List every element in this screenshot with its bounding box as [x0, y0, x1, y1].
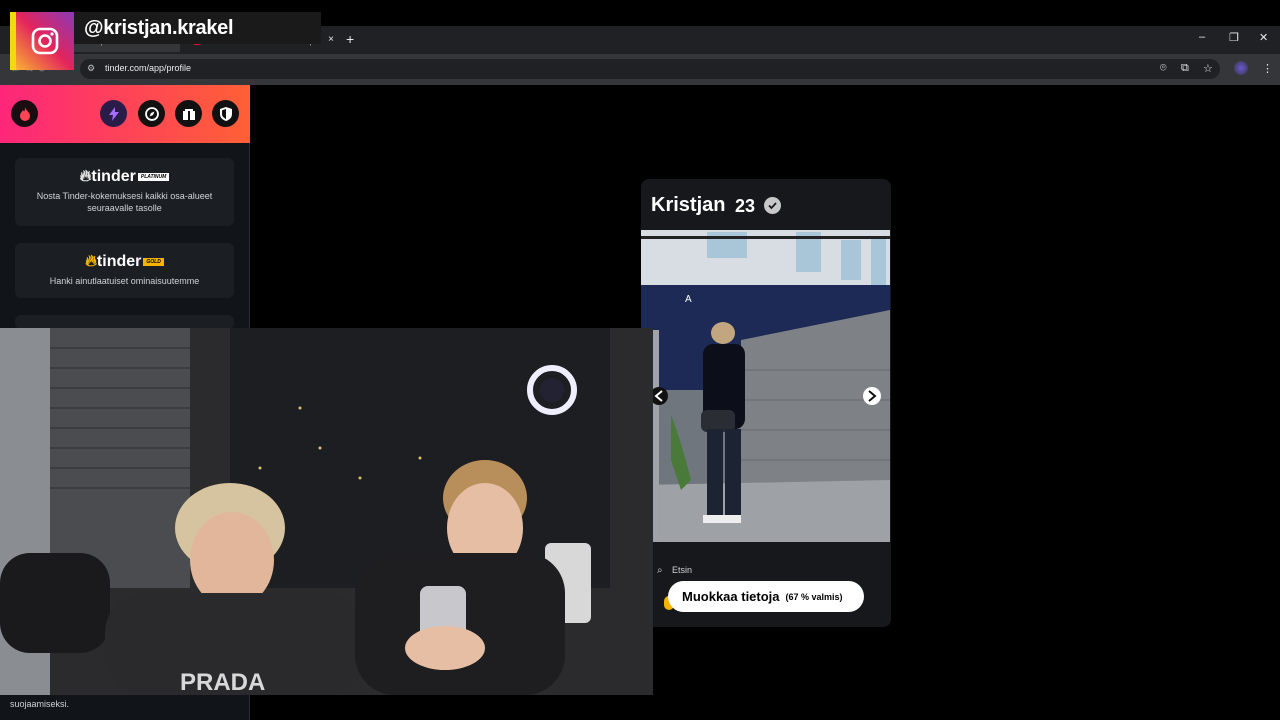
location-icon[interactable]: ⌾: [1160, 62, 1167, 75]
looking-for-label: Etsin: [672, 565, 693, 575]
menu-kebab-icon[interactable]: ⋮: [1262, 62, 1273, 75]
completion-status: (67 % valmis): [785, 591, 843, 602]
profile-photo[interactable]: [641, 230, 890, 542]
bookmark-star-icon[interactable]: ☆: [1203, 62, 1213, 75]
boost-icon[interactable]: [100, 100, 127, 127]
edit-profile-button[interactable]: Muokkaa tietoja (67 % valmis): [668, 581, 864, 612]
platinum-card[interactable]: 🔥︎tinder PLATINUM Nosta Tinder-kokemukses…: [15, 158, 234, 226]
shield-icon[interactable]: [212, 100, 239, 127]
close-window-button[interactable]: ✕: [1259, 31, 1268, 44]
flame-icon: 🔥︎: [79, 168, 92, 185]
webcam-overlay: PRADA: [0, 328, 653, 695]
tier-badge: PLATINUM: [137, 172, 170, 181]
profile-name: Kristjan: [651, 194, 726, 216]
photo-building-sign: A: [685, 294, 692, 305]
site-info-icon[interactable]: ⚙: [87, 63, 95, 74]
browser-profile-avatar[interactable]: [1234, 61, 1248, 75]
gift-icon[interactable]: [175, 100, 202, 127]
previous-photo-button[interactable]: [652, 386, 670, 404]
verified-badge-icon: [764, 197, 781, 214]
platinum-description: Nosta Tinder-kokemuksesi kaikki osa-alue…: [36, 191, 213, 213]
install-app-icon[interactable]: ⧉: [1181, 62, 1189, 75]
search-icon: ⌕: [657, 565, 663, 576]
minimize-button[interactable]: –: [1199, 31, 1205, 43]
url-field[interactable]: [80, 59, 1220, 79]
flame-icon: 🔥︎: [85, 253, 97, 270]
tinder-platinum-logo: 🔥︎tinder PLATINUM: [15, 168, 234, 186]
profile-age: 23: [735, 196, 756, 216]
next-photo-button[interactable]: [863, 386, 881, 404]
tinder-flame-icon[interactable]: [11, 100, 38, 127]
new-tab-button[interactable]: +: [346, 31, 354, 47]
instagram-handle: @kristjan.krakel: [84, 17, 234, 39]
edit-button-label: Muokkaa tietoja: [682, 589, 780, 604]
gold-card[interactable]: 🔥︎tinder GOLD Hanki ainutlaatuiset ominai…: [15, 243, 234, 298]
tier-badge: GOLD: [143, 257, 164, 266]
instagram-icon: [16, 12, 74, 70]
restore-button[interactable]: ❐: [1229, 31, 1239, 44]
tinder-gold-logo: 🔥︎tinder GOLD: [15, 253, 234, 271]
url-text: tinder.com/app/profile: [105, 63, 192, 73]
sidebar-card-partial[interactable]: [15, 315, 234, 329]
close-tab-icon[interactable]: ×: [328, 34, 334, 45]
gold-description: Hanki ainutlaatuiset ominaisuutemme: [49, 276, 200, 286]
svg-text:PRADA: PRADA: [180, 669, 265, 695]
explore-icon[interactable]: [138, 100, 165, 127]
sidebar-footer-text: suojaamiseksi.: [10, 699, 70, 709]
